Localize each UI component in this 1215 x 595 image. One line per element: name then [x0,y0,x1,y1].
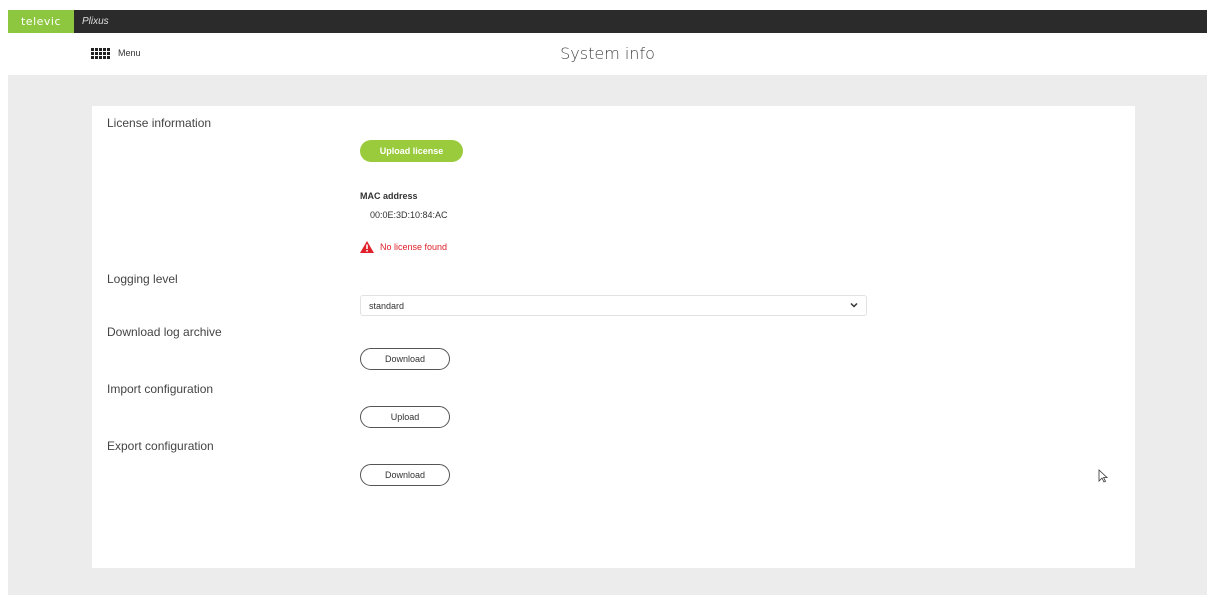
content-area: License information Upload license MAC a… [8,75,1207,595]
license-heading: License information [107,116,212,130]
logging-level-select[interactable]: standard [360,295,867,316]
product-name: Plixus [82,16,109,27]
top-bar: televic Plixus [8,10,1207,33]
settings-card: License information Upload license MAC a… [92,106,1135,568]
logging-level-value: standard [369,300,405,311]
upload-config-button[interactable]: Upload [360,406,450,428]
export-config-heading: Export configuration [107,439,214,453]
log-archive-heading: Download log archive [107,325,222,339]
upload-license-button[interactable]: Upload license [360,140,463,162]
download-log-button[interactable]: Download [360,348,450,370]
license-warning: No license found [360,241,447,253]
mac-address-label: MAC address [360,191,418,201]
warning-text: No license found [380,242,448,252]
logging-heading: Logging level [107,272,178,286]
import-config-heading: Import configuration [107,382,214,396]
warning-icon [360,241,374,253]
mac-address-value: 00:0E:3D:10:84:AC [370,210,448,220]
chevron-down-icon [850,302,858,308]
brand-logo: televic [8,10,74,33]
download-config-button[interactable]: Download [360,464,450,486]
mouse-cursor-icon [1098,469,1108,483]
page-title: System info [560,44,655,63]
